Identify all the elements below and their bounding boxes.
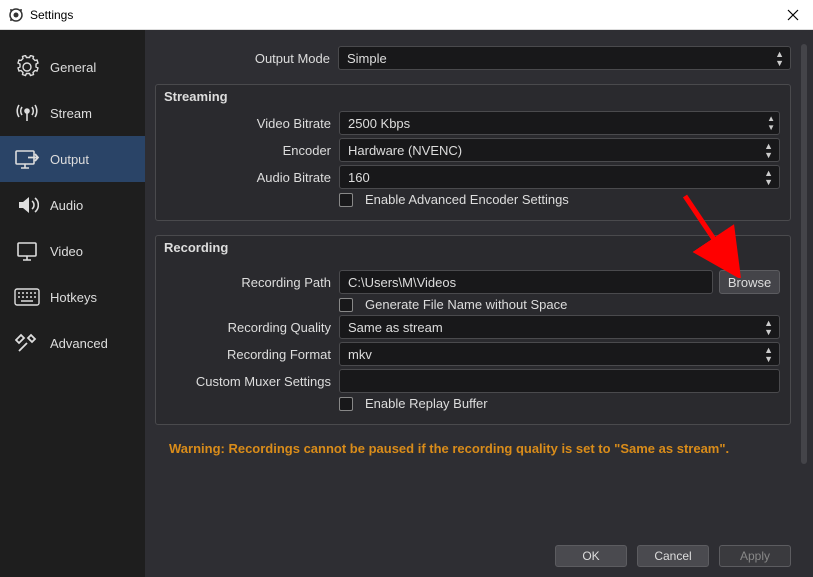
browse-button[interactable]: Browse — [719, 270, 780, 294]
spinner-icon[interactable]: ▲▼ — [767, 114, 775, 132]
encoder-select[interactable]: Hardware (NVENC) ▲▼ — [339, 138, 780, 162]
titlebar: Settings — [0, 0, 813, 30]
sidebar-item-label: Output — [50, 152, 89, 167]
muxer-label: Custom Muxer Settings — [156, 374, 339, 389]
recording-title: Recording — [164, 240, 228, 255]
chevron-updown-icon: ▲▼ — [764, 346, 773, 364]
enable-advanced-checkbox[interactable] — [339, 193, 353, 207]
tools-icon — [14, 330, 40, 356]
recording-quality-select[interactable]: Same as stream ▲▼ — [339, 315, 780, 339]
recording-quality-label: Recording Quality — [156, 320, 339, 335]
sidebar-item-video[interactable]: Video — [0, 228, 145, 274]
sidebar-item-advanced[interactable]: Advanced — [0, 320, 145, 366]
sidebar-item-label: Audio — [50, 198, 83, 213]
chevron-updown-icon: ▲▼ — [764, 319, 773, 337]
no-space-checkbox[interactable] — [339, 298, 353, 312]
audio-bitrate-select[interactable]: 160 ▲▼ — [339, 165, 780, 189]
streaming-group: Streaming Video Bitrate 2500 Kbps ▲▼ Enc… — [155, 84, 791, 221]
output-icon — [14, 146, 40, 172]
replay-buffer-label: Enable Replay Buffer — [365, 396, 488, 411]
antenna-icon — [14, 100, 40, 126]
sidebar-item-label: Hotkeys — [50, 290, 97, 305]
recording-path-input[interactable]: C:\Users\M\Videos — [339, 270, 713, 294]
main-panel: Output Mode Simple ▲▼ Streaming Video Bi… — [145, 30, 813, 577]
streaming-title: Streaming — [164, 89, 228, 104]
cancel-button[interactable]: Cancel — [637, 545, 709, 567]
output-mode-select[interactable]: Simple ▲▼ — [338, 46, 791, 70]
recording-group: Recording Recording Path C:\Users\M\Vide… — [155, 235, 791, 425]
monitor-icon — [14, 238, 40, 264]
keyboard-icon — [14, 284, 40, 310]
encoder-label: Encoder — [156, 143, 339, 158]
warning-text: Warning: Recordings cannot be paused if … — [169, 441, 791, 456]
chevron-updown-icon: ▲▼ — [775, 50, 784, 68]
sidebar-item-hotkeys[interactable]: Hotkeys — [0, 274, 145, 320]
recording-path-label: Recording Path — [156, 275, 339, 290]
scrollbar[interactable] — [801, 44, 807, 464]
sidebar-item-label: Video — [50, 244, 83, 259]
app-icon — [8, 7, 24, 23]
footer: OK Cancel Apply — [555, 545, 791, 567]
enable-advanced-label: Enable Advanced Encoder Settings — [365, 192, 569, 207]
video-bitrate-label: Video Bitrate — [156, 116, 339, 131]
muxer-input[interactable] — [339, 369, 780, 393]
output-mode-label: Output Mode — [155, 51, 338, 66]
gear-icon — [14, 54, 40, 80]
sidebar-item-output[interactable]: Output — [0, 136, 145, 182]
speaker-icon — [14, 192, 40, 218]
recording-format-label: Recording Format — [156, 347, 339, 362]
window-title: Settings — [30, 8, 73, 22]
ok-button[interactable]: OK — [555, 545, 627, 567]
sidebar-item-audio[interactable]: Audio — [0, 182, 145, 228]
chevron-updown-icon: ▲▼ — [764, 169, 773, 187]
no-space-label: Generate File Name without Space — [365, 297, 567, 312]
audio-bitrate-label: Audio Bitrate — [156, 170, 339, 185]
apply-button[interactable]: Apply — [719, 545, 791, 567]
sidebar-item-label: General — [50, 60, 96, 75]
video-bitrate-input[interactable]: 2500 Kbps ▲▼ — [339, 111, 780, 135]
close-button[interactable] — [781, 9, 805, 21]
sidebar-item-label: Advanced — [50, 336, 108, 351]
sidebar-item-general[interactable]: General — [0, 44, 145, 90]
sidebar-item-label: Stream — [50, 106, 92, 121]
recording-format-select[interactable]: mkv ▲▼ — [339, 342, 780, 366]
chevron-updown-icon: ▲▼ — [764, 142, 773, 160]
sidebar-item-stream[interactable]: Stream — [0, 90, 145, 136]
replay-buffer-checkbox[interactable] — [339, 397, 353, 411]
sidebar: General Stream Output Audio Video — [0, 30, 145, 577]
